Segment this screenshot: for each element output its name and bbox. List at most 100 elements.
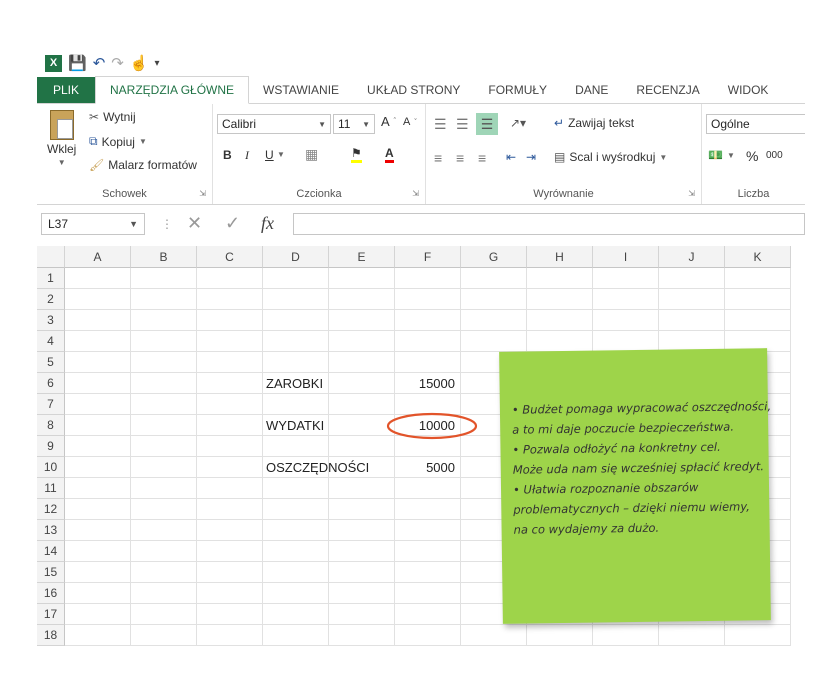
thousands-separator-button[interactable]: 000 — [766, 150, 783, 161]
column-header-j[interactable]: J — [659, 246, 725, 268]
row-header-6[interactable]: 6 — [37, 373, 65, 394]
row-header-8[interactable]: 8 — [37, 415, 65, 436]
row-header-15[interactable]: 15 — [37, 562, 65, 583]
tab-insert[interactable]: WSTAWIANIE — [249, 77, 353, 103]
merge-center-button[interactable]: ▤ Scal i wyśrodkuj ▼ — [554, 150, 667, 164]
align-top-icon[interactable]: ☰ — [434, 116, 447, 133]
align-left-icon[interactable]: ≡ — [434, 150, 442, 166]
cell-f10[interactable]: 5000 — [395, 457, 455, 478]
gridline — [65, 624, 791, 625]
align-bottom-icon[interactable]: ☰ — [476, 113, 498, 135]
cell-d10[interactable]: OSZCZĘDNOŚCI — [266, 457, 369, 478]
sticky-note-line: Może uda nam się wcześniej spłacić kredy… — [512, 459, 765, 477]
font-size-select[interactable]: 11 ▼ — [333, 114, 375, 134]
column-header-g[interactable]: G — [461, 246, 527, 268]
row-header-11[interactable]: 11 — [37, 478, 65, 499]
touch-mode-icon[interactable]: ☝ — [130, 54, 149, 72]
row-header-3[interactable]: 3 — [37, 310, 65, 331]
column-header-f[interactable]: F — [395, 246, 461, 268]
cut-button[interactable]: ✂ Wytnij — [89, 110, 136, 124]
row-header-18[interactable]: 18 — [37, 625, 65, 646]
column-header-d[interactable]: D — [263, 246, 329, 268]
enter-icon[interactable]: ✓ — [225, 213, 240, 234]
tab-view[interactable]: WIDOK — [714, 77, 783, 103]
decrease-indent-icon[interactable]: ⇤ — [506, 150, 516, 164]
font-color-button[interactable]: A — [385, 146, 394, 163]
align-middle-icon[interactable]: ☰ — [456, 116, 469, 133]
select-all-corner[interactable] — [37, 246, 65, 268]
borders-icon[interactable]: ▦ — [305, 146, 318, 163]
gridline — [262, 268, 263, 646]
row-header-9[interactable]: 9 — [37, 436, 65, 457]
row-header-2[interactable]: 2 — [37, 289, 65, 310]
tab-formulas[interactable]: FORMUŁY — [474, 77, 561, 103]
formula-input[interactable] — [293, 213, 805, 235]
cell-d6[interactable]: ZAROBKI — [266, 373, 323, 394]
font-group-label: Czcionka — [296, 188, 342, 200]
number-format-select[interactable]: Ogólne — [706, 114, 805, 134]
clipboard-group: Wklej ▼ ✂ Wytnij ⧉ Kopiuj ▼ 🖌 Malarz for… — [37, 104, 213, 204]
name-box[interactable]: L37 ▼ — [41, 213, 145, 235]
row-header-12[interactable]: 12 — [37, 499, 65, 520]
row-header-10[interactable]: 10 — [37, 457, 65, 478]
cell-f6[interactable]: 15000 — [395, 373, 455, 394]
column-header-e[interactable]: E — [329, 246, 395, 268]
fill-color-button[interactable]: ⚑ — [351, 146, 362, 163]
font-launcher-icon[interactable]: ⇲ — [412, 189, 419, 198]
customize-icon[interactable]: ▾ — [155, 58, 160, 69]
row-header-4[interactable]: 4 — [37, 331, 65, 352]
shrink-font-button[interactable]: Aˇ — [403, 116, 417, 128]
redo-icon[interactable]: ↷ — [111, 54, 124, 72]
underline-dropdown-icon[interactable]: ▼ — [277, 150, 285, 159]
accounting-format-button[interactable]: 💵 ▼ — [708, 148, 735, 162]
scissors-icon: ✂ — [89, 110, 100, 124]
tab-review[interactable]: RECENZJA — [622, 77, 713, 103]
tab-data[interactable]: DANE — [561, 77, 622, 103]
row-header-16[interactable]: 16 — [37, 583, 65, 604]
underline-button[interactable]: U — [265, 148, 274, 162]
gridline — [65, 288, 791, 289]
undo-icon[interactable]: ↶ — [93, 54, 106, 72]
percent-button[interactable]: % — [746, 148, 758, 164]
orientation-icon[interactable]: ↗▾ — [510, 116, 526, 130]
cancel-icon[interactable]: ✕ — [187, 213, 202, 234]
format-painter-button[interactable]: 🖌 Malarz formatów — [89, 158, 197, 172]
sticky-note-text: • Budżet pomaga wypracować oszczędności,… — [512, 396, 771, 539]
sticky-note-line: na co wydajemy za dużo. — [513, 520, 660, 537]
brush-icon: 🖌 — [89, 158, 105, 172]
bold-button[interactable]: B — [223, 148, 232, 162]
row-header-7[interactable]: 7 — [37, 394, 65, 415]
paste-button[interactable]: Wklej ▼ — [47, 110, 76, 167]
insert-function-button[interactable]: fx — [261, 213, 274, 234]
align-center-icon[interactable]: ≡ — [456, 150, 464, 166]
copy-dropdown-icon[interactable]: ▼ — [139, 137, 147, 146]
paste-dropdown-icon[interactable]: ▼ — [58, 158, 66, 167]
row-header-17[interactable]: 17 — [37, 604, 65, 625]
alignment-launcher-icon[interactable]: ⇲ — [688, 189, 695, 198]
currency-icon: 💵 — [708, 148, 723, 162]
column-header-h[interactable]: H — [527, 246, 593, 268]
row-header-5[interactable]: 5 — [37, 352, 65, 373]
tab-home[interactable]: NARZĘDZIA GŁÓWNE — [95, 76, 250, 104]
font-color-label: A — [385, 146, 394, 163]
save-icon[interactable]: 💾 — [68, 54, 87, 72]
column-header-a[interactable]: A — [65, 246, 131, 268]
column-header-k[interactable]: K — [725, 246, 791, 268]
tab-file[interactable]: PLIK — [37, 77, 96, 103]
tab-page-layout[interactable]: UKŁAD STRONY — [353, 77, 474, 103]
wrap-text-button[interactable]: ↵ Zawijaj tekst — [554, 116, 634, 130]
cell-d8[interactable]: WYDATKI — [266, 415, 324, 436]
row-header-14[interactable]: 14 — [37, 541, 65, 562]
grow-font-button[interactable]: Aˆ — [381, 114, 396, 129]
row-header-13[interactable]: 13 — [37, 520, 65, 541]
align-right-icon[interactable]: ≡ — [478, 150, 486, 166]
column-header-i[interactable]: I — [593, 246, 659, 268]
column-header-b[interactable]: B — [131, 246, 197, 268]
clipboard-launcher-icon[interactable]: ⇲ — [199, 189, 206, 198]
copy-button[interactable]: ⧉ Kopiuj ▼ — [89, 134, 147, 149]
increase-indent-icon[interactable]: ⇥ — [526, 150, 536, 164]
column-header-c[interactable]: C — [197, 246, 263, 268]
italic-button[interactable]: I — [245, 148, 249, 163]
font-name-select[interactable]: Calibri ▼ — [217, 114, 331, 134]
row-header-1[interactable]: 1 — [37, 268, 65, 289]
